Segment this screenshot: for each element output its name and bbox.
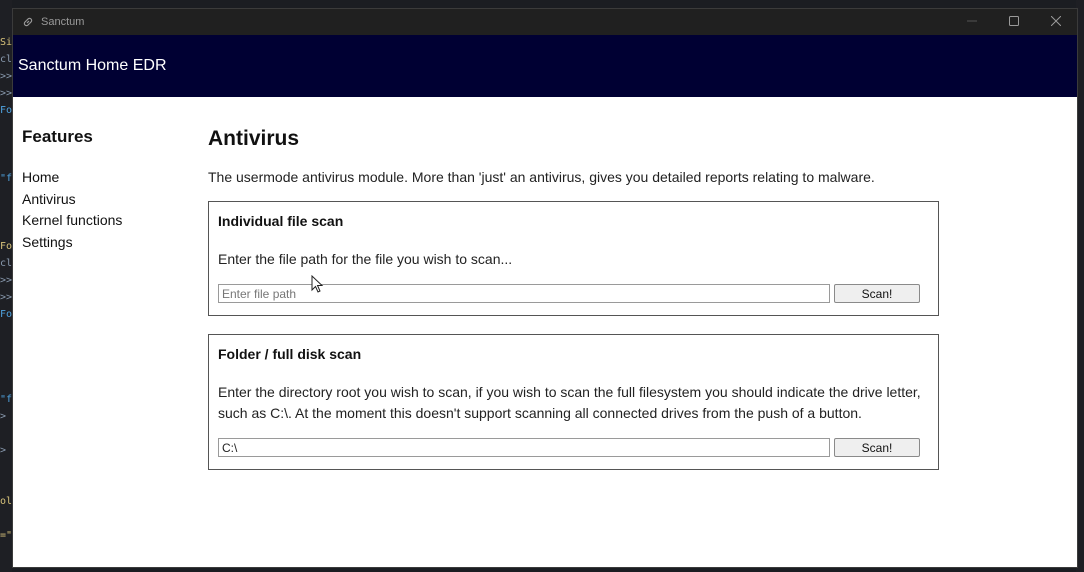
content-area: Features Home Antivirus Kernel functions…	[13, 97, 1077, 567]
folder-scan-button[interactable]: Scan!	[834, 438, 920, 457]
folder-scan-panel: Folder / full disk scan Enter the direct…	[208, 334, 939, 470]
folder-scan-row: Scan!	[218, 438, 929, 457]
folder-path-input[interactable]	[218, 438, 830, 457]
page-description: The usermode antivirus module. More than…	[208, 169, 875, 185]
window-title: Sanctum	[41, 16, 85, 28]
sidebar-item-home[interactable]: Home	[22, 167, 192, 189]
sidebar-item-antivirus[interactable]: Antivirus	[22, 189, 192, 211]
sidebar-item-kernel-functions[interactable]: Kernel functions	[22, 210, 192, 232]
app-window: Sanctum Sanctum Home EDR Features Home A…	[12, 8, 1078, 568]
window-controls	[951, 9, 1077, 35]
sidebar-heading: Features	[22, 127, 93, 146]
file-scan-description: Enter the file path for the file you wis…	[218, 251, 513, 267]
mouse-cursor-icon	[311, 274, 325, 295]
folder-scan-description: Enter the directory root you wish to sca…	[218, 384, 921, 421]
file-path-input[interactable]	[218, 284, 830, 303]
title-bar: Sanctum	[13, 9, 1077, 35]
brand-title: Sanctum Home EDR	[18, 57, 167, 74]
maximize-button[interactable]	[993, 9, 1035, 35]
maximize-icon	[1009, 15, 1019, 29]
app-header: Sanctum Home EDR	[13, 35, 1077, 97]
file-scan-button[interactable]: Scan!	[834, 284, 920, 303]
folder-scan-title: Folder / full disk scan	[218, 346, 362, 362]
link-icon	[21, 15, 35, 29]
close-icon	[1050, 15, 1062, 29]
background-editor: Si cl >> >> Fo "f Fo cl >> >> Fo "f > > ol ="	[0, 0, 12, 572]
main-panel: Antivirus The usermode antivirus module.…	[208, 127, 948, 488]
page-title: Antivirus	[208, 127, 300, 150]
sidebar-item-settings[interactable]: Settings	[22, 232, 192, 254]
close-button[interactable]	[1035, 9, 1077, 35]
minimize-icon	[967, 16, 977, 29]
sidebar: Features Home Antivirus Kernel functions…	[22, 127, 192, 253]
file-scan-panel: Individual file scan Enter the file path…	[208, 201, 939, 316]
file-scan-title: Individual file scan	[218, 213, 344, 229]
minimize-button[interactable]	[951, 9, 993, 35]
